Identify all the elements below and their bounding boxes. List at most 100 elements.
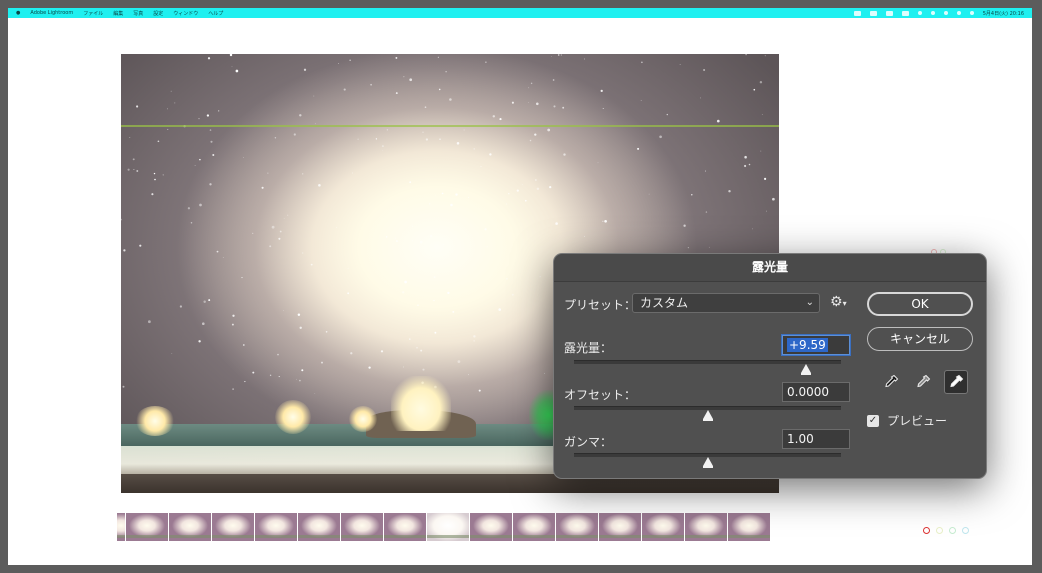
preset-label: プリセット：	[564, 298, 637, 312]
filmstrip-thumbnail[interactable]	[298, 513, 340, 541]
color-label-dots[interactable]	[923, 527, 969, 534]
menu-item-settings[interactable]: 設定	[153, 10, 163, 17]
photo-splash	[391, 376, 451, 431]
star	[473, 340, 475, 342]
menu-item-file[interactable]: ファイル	[83, 10, 103, 17]
star	[637, 147, 640, 150]
filmstrip-thumbnail[interactable]	[212, 513, 254, 541]
filmstrip-thumbnail[interactable]	[427, 513, 469, 541]
star	[136, 170, 139, 172]
cancel-button[interactable]: キャンセル	[867, 327, 973, 351]
star	[528, 87, 530, 89]
menu-item-photo[interactable]: 写真	[133, 10, 143, 17]
filmstrip-thumbnail[interactable]	[117, 513, 125, 541]
battery-icon[interactable]	[901, 10, 909, 16]
star	[485, 61, 487, 63]
exposure-input[interactable]: +9.59	[782, 335, 850, 355]
preview-checkbox[interactable]: ✓	[867, 414, 879, 427]
star	[683, 224, 686, 227]
star	[484, 228, 487, 231]
star	[549, 185, 552, 189]
volume-icon[interactable]	[917, 11, 922, 15]
filmstrip-thumbnail[interactable]	[642, 513, 684, 541]
filmstrip-thumbnail[interactable]	[255, 513, 297, 541]
star	[338, 63, 339, 64]
filmstrip-thumbnail[interactable]	[470, 513, 512, 541]
star	[381, 145, 384, 148]
search-icon[interactable]	[956, 11, 961, 15]
star	[318, 184, 321, 187]
star	[563, 153, 566, 156]
filmstrip-thumbnail[interactable]	[384, 513, 426, 541]
star	[154, 178, 156, 181]
black-point-eyedropper-icon[interactable]	[880, 371, 902, 393]
star	[404, 280, 407, 284]
filmstrip-thumbnail[interactable]	[513, 513, 555, 541]
offset-slider-thumb[interactable]	[702, 410, 713, 421]
star	[232, 314, 235, 317]
gamma-slider-thumb[interactable]	[702, 457, 713, 468]
star	[352, 172, 353, 174]
offset-input[interactable]: 0.0000	[782, 382, 850, 402]
star	[206, 114, 210, 117]
star	[209, 183, 212, 186]
filmstrip-thumbnail[interactable]	[728, 513, 770, 541]
preview-label: プレビュー	[887, 414, 948, 428]
gray-point-eyedropper-icon[interactable]	[912, 371, 934, 393]
star	[535, 179, 537, 181]
star	[744, 164, 747, 168]
bluetooth-icon[interactable]	[930, 11, 935, 15]
star	[283, 217, 285, 219]
filmstrip-thumbnail[interactable]	[556, 513, 598, 541]
star	[529, 139, 532, 142]
star	[139, 244, 142, 247]
preset-select[interactable]: カスタム ⌄	[632, 293, 820, 313]
star	[753, 88, 756, 91]
star	[547, 128, 551, 132]
menubar-clock[interactable]: 5月4日(火) 20:16	[983, 10, 1024, 17]
filmstrip-thumbnail[interactable]	[126, 513, 168, 541]
star	[443, 244, 445, 246]
display-icon[interactable]	[885, 10, 893, 16]
white-point-eyedropper-icon[interactable]	[944, 370, 968, 394]
star	[199, 203, 202, 207]
ok-button[interactable]: OK	[867, 292, 973, 316]
cloud-icon[interactable]	[853, 10, 861, 16]
star	[274, 137, 277, 139]
photo-light	[275, 400, 311, 434]
star	[394, 237, 396, 239]
star	[269, 374, 272, 376]
filmstrip-thumbnail[interactable]	[169, 513, 211, 541]
filmstrip-thumbnail[interactable]	[685, 513, 727, 541]
star	[555, 222, 558, 225]
star	[277, 353, 279, 356]
star	[473, 148, 475, 150]
star	[457, 360, 461, 363]
control-center-icon[interactable]	[969, 11, 974, 15]
star	[198, 340, 201, 343]
menu-item-help[interactable]: ヘルプ	[208, 10, 223, 17]
star	[544, 372, 545, 374]
exposure-slider-thumb[interactable]	[801, 364, 812, 375]
star	[202, 322, 205, 325]
star	[452, 310, 455, 313]
star	[419, 240, 423, 244]
star	[151, 193, 154, 196]
gear-icon[interactable]: ⚙▾	[830, 294, 847, 310]
filmstrip-thumbnail[interactable]	[599, 513, 641, 541]
wifi-icon[interactable]	[943, 11, 948, 15]
star	[199, 158, 201, 161]
filmstrip-thumbnail[interactable]	[341, 513, 383, 541]
dropbox-icon[interactable]	[869, 10, 877, 16]
star	[498, 308, 502, 311]
apple-menu-icon[interactable]: ●	[16, 10, 20, 16]
menu-item-window[interactable]: ウィンドウ	[173, 10, 198, 17]
star	[552, 79, 555, 81]
star	[325, 330, 328, 333]
app-name-menu[interactable]: Adobe Lightroom	[30, 10, 73, 16]
menu-item-edit[interactable]: 編集	[113, 10, 123, 17]
gamma-input[interactable]: 1.00	[782, 429, 850, 449]
preview-toggle[interactable]: ✓ プレビュー	[867, 412, 947, 429]
star	[766, 210, 767, 212]
star	[455, 193, 458, 196]
